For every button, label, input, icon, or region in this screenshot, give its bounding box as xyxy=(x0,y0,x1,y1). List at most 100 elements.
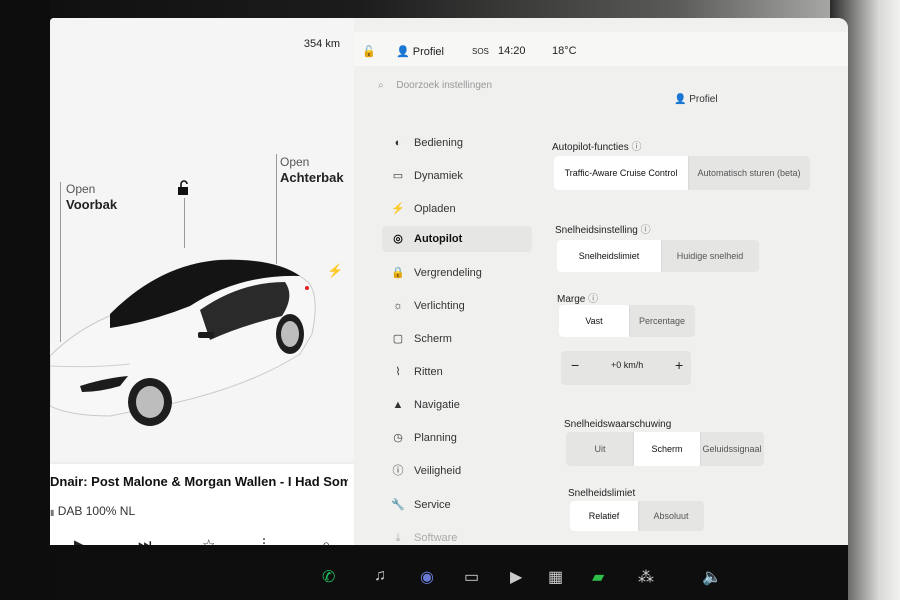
menu-label: Software xyxy=(414,532,458,544)
sos-label[interactable]: SOS xyxy=(472,47,489,56)
section-label: Marge xyxy=(557,294,586,305)
autopilot-features-title: Autopilot-functies ⓘ xyxy=(552,138,642,153)
sun-icon: ☼ xyxy=(392,300,404,312)
speed-warning-selector: Uit Scherm Geluidssignaal xyxy=(566,432,764,466)
menu-label: Verlichting xyxy=(414,300,465,312)
percentage-option[interactable]: Percentage xyxy=(629,305,695,337)
frunk-name-label: Voorbak xyxy=(66,197,118,212)
status-bar: 🔓 👤 Profiel SOS 14:20 18°C xyxy=(354,32,848,66)
trips-icon: ⌇ xyxy=(395,366,401,378)
increase-button[interactable]: + xyxy=(675,357,683,373)
trunk-name-label: Achterbak xyxy=(280,170,344,185)
info-icon[interactable]: ⓘ xyxy=(588,294,598,305)
frunk-open-button[interactable]: Open Voorbak xyxy=(66,182,117,212)
temperature-readout: 18°C xyxy=(552,45,577,57)
steering-wheel-icon: ◎ xyxy=(393,233,403,245)
profile-header-label: Profiel xyxy=(689,94,718,105)
media-icon[interactable]: ▶ xyxy=(510,567,522,587)
autosteer-option[interactable]: Automatisch sturen (beta) xyxy=(688,156,810,190)
search-settings-input[interactable]: ⌕ Doorzoek instellingen xyxy=(378,80,492,91)
menu-item-dynamiek[interactable]: ▭ Dynamiek xyxy=(382,163,532,189)
trunk-open-button[interactable]: Open Achterbak xyxy=(280,155,344,185)
search-placeholder: Doorzoek instellingen xyxy=(396,80,493,91)
menu-item-bediening[interactable]: ◐ Bediening xyxy=(382,130,532,156)
tacc-option[interactable]: Traffic-Aware Cruise Control xyxy=(554,156,688,190)
station-label: DAB 100% NL xyxy=(57,504,136,518)
trunk-open-label: Open xyxy=(280,155,310,169)
radio-icon: ▮ xyxy=(50,508,55,517)
absolute-option[interactable]: Absoluut xyxy=(638,501,704,531)
autopilot-features-selector: Traffic-Aware Cruise Control Automatisch… xyxy=(554,156,810,190)
warning-off-option[interactable]: Uit xyxy=(566,432,634,466)
menu-item-veiligheid[interactable]: ⓘ Veiligheid xyxy=(382,458,532,484)
profile-label: Profiel xyxy=(412,46,444,58)
menu-label: Navigatie xyxy=(414,399,460,411)
offset-value: +0 km/h xyxy=(611,360,644,370)
menu-item-autopilot[interactable]: ◎ Autopilot xyxy=(382,226,532,252)
profile-button-header[interactable]: 👤 Profiel xyxy=(674,94,718,105)
menu-label: Service xyxy=(414,499,451,511)
warning-display-option[interactable]: Scherm xyxy=(634,432,700,466)
menu-item-verlichting[interactable]: ☼ Verlichting xyxy=(382,293,532,319)
lock-open-icon[interactable] xyxy=(176,180,192,199)
lock-icon: 🔒 xyxy=(391,267,405,279)
calendar-icon[interactable]: ▦ xyxy=(548,567,563,587)
lock-open-icon[interactable]: 🔓 xyxy=(362,45,376,58)
margin-selector: Vast Percentage xyxy=(559,305,695,337)
info-icon[interactable]: ⓘ xyxy=(632,142,642,153)
speed-limit-option[interactable]: Snelheidslimiet xyxy=(557,240,661,272)
decrease-button[interactable]: − xyxy=(571,357,579,373)
menu-item-ritten[interactable]: ⌇ Ritten xyxy=(382,359,532,385)
camera-icon[interactable]: ◉ xyxy=(420,567,434,587)
bezel-left xyxy=(0,0,50,600)
volume-icon[interactable]: 🔈 xyxy=(702,567,722,587)
menu-label: Veiligheid xyxy=(414,465,462,477)
info-icon: ⓘ xyxy=(392,465,404,477)
music-icon[interactable]: ♫ xyxy=(374,567,386,585)
current-speed-option[interactable]: Huidige snelheid xyxy=(661,240,759,272)
car-illustration xyxy=(50,259,316,426)
frunk-open-label: Open xyxy=(66,182,96,196)
background-top xyxy=(0,0,900,20)
touchscreen: 354 km Open Voorbak Open Achterbak ⚡ Dna… xyxy=(50,18,848,580)
menu-item-vergrendeling[interactable]: 🔒 Vergrendeling xyxy=(382,260,532,286)
search-icon: ⌕ xyxy=(378,80,384,91)
section-label: Autopilot-functies xyxy=(552,142,629,153)
menu-label: Dynamiek xyxy=(414,170,463,182)
car-panel: 354 km Open Voorbak Open Achterbak ⚡ Dna… xyxy=(50,18,360,580)
taskbar: ✆ ♫ ◉ ▭ ▶ ▦ ▰ ⁂ 🔈 xyxy=(50,545,848,600)
menu-item-opladen[interactable]: ⚡ Opladen xyxy=(382,196,532,222)
relative-option[interactable]: Relatief xyxy=(570,501,638,531)
speed-setting-selector: Snelheidslimiet Huidige snelheid xyxy=(557,240,759,272)
margin-title: Marge ⓘ xyxy=(557,290,598,305)
phone-icon[interactable]: ✆ xyxy=(322,567,335,587)
media-player[interactable]: Dnair: Post Malone & Morgan Wallen - I H… xyxy=(50,464,360,554)
dashcam-icon[interactable]: ▭ xyxy=(464,567,479,587)
range-readout: 354 km xyxy=(303,38,340,50)
track-title: Dnair: Post Malone & Morgan Wallen - I H… xyxy=(50,474,348,489)
energy-icon[interactable]: ▰ xyxy=(592,567,604,587)
speed-warning-title: Snelheidswaarschuwing xyxy=(564,419,672,430)
menu-item-planning[interactable]: ◷ Planning xyxy=(382,425,532,451)
menu-item-service[interactable]: 🔧 Service xyxy=(382,492,532,518)
person-icon: 👤 xyxy=(674,94,687,105)
station-name: ▮ DAB 100% NL xyxy=(50,504,135,518)
menu-item-navigatie[interactable]: ▲ Navigatie xyxy=(382,392,532,418)
speed-offset-stepper: − +0 km/h + xyxy=(561,351,691,385)
display-icon: ▢ xyxy=(392,333,404,345)
fixed-option[interactable]: Vast xyxy=(559,305,629,337)
menu-label: Opladen xyxy=(414,203,456,215)
tidal-icon[interactable]: ⁂ xyxy=(638,567,654,587)
profile-button[interactable]: 👤 Profiel xyxy=(396,45,444,58)
info-icon[interactable]: ⓘ xyxy=(641,225,651,236)
menu-label: Bediening xyxy=(414,137,463,149)
warning-sound-option[interactable]: Geluidssignaal xyxy=(700,432,764,466)
speed-setting-title: Snelheidsinstelling ⓘ xyxy=(555,221,651,236)
menu-label: Autopilot xyxy=(414,233,463,245)
clock-readout: 14:20 xyxy=(498,45,526,57)
menu-label: Scherm xyxy=(414,333,452,345)
toggle-icon: ◐ xyxy=(394,137,402,149)
menu-item-scherm[interactable]: ▢ Scherm xyxy=(382,326,532,352)
section-label: Snelheidsinstelling xyxy=(555,225,638,236)
speed-limit-title: Snelheidslimiet xyxy=(568,488,636,499)
